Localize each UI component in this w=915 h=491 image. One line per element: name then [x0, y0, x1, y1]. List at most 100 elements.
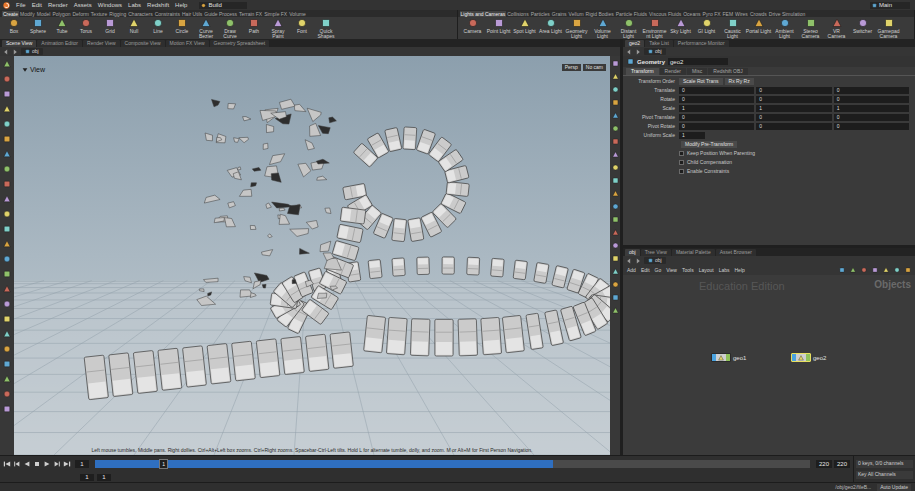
parameter-field[interactable]: 0 — [679, 123, 754, 130]
pane-tab[interactable]: Take List — [645, 40, 673, 47]
range-start-field[interactable]: 1 — [97, 474, 111, 481]
node-name-field[interactable]: geo2 — [668, 58, 728, 65]
pane-tab[interactable]: geo2 — [625, 40, 644, 47]
playback-button-icon[interactable] — [3, 460, 11, 468]
display-button[interactable] — [611, 150, 619, 158]
path-field[interactable]: obj — [21, 48, 43, 55]
display-button[interactable] — [611, 85, 619, 93]
shelf-tool[interactable]: GI Light — [694, 18, 720, 34]
playback-button-icon[interactable] — [23, 460, 31, 468]
pane-tab[interactable]: Geometry Spreadsheet — [210, 40, 270, 47]
pane-tab[interactable]: obj — [625, 249, 640, 256]
tool-button[interactable] — [2, 404, 12, 414]
tool-button[interactable] — [2, 359, 12, 369]
shelf-tool[interactable]: Sphere — [26, 18, 50, 34]
shelf-tool[interactable]: Sky Light — [668, 18, 694, 34]
parameter-field[interactable]: 0 — [679, 114, 754, 121]
playhead[interactable]: 1 — [159, 459, 168, 469]
pane-tab[interactable]: Material Palette — [672, 249, 715, 256]
shelf-tool[interactable]: Camera — [460, 18, 486, 34]
dropdown[interactable]: Rx Ry Rz — [725, 78, 754, 85]
page-tab[interactable]: Render — [660, 68, 686, 75]
tool-button[interactable] — [2, 329, 12, 339]
display-button[interactable] — [611, 293, 619, 301]
tool-button[interactable] — [2, 74, 12, 84]
shelf-tool[interactable]: Spray Paint — [266, 18, 290, 39]
playback-button-icon[interactable] — [43, 460, 51, 468]
tool-button[interactable] — [2, 179, 12, 189]
camera-button[interactable]: No cam — [583, 64, 606, 71]
tool-button[interactable] — [2, 254, 12, 264]
parameter-field[interactable]: 0 — [679, 96, 754, 103]
range-end-field[interactable]: 220 — [816, 460, 832, 468]
display-button[interactable] — [611, 189, 619, 197]
tool-button[interactable] — [2, 134, 12, 144]
tool-button[interactable] — [2, 89, 12, 99]
shelf-tool[interactable]: Path — [242, 18, 266, 34]
display-button[interactable] — [611, 267, 619, 275]
shelf-tool[interactable]: Area Light — [538, 18, 564, 34]
menu-item[interactable]: Redshift — [147, 2, 169, 8]
parameter-field[interactable]: 0 — [756, 96, 831, 103]
shelf-tool[interactable]: Font — [290, 18, 314, 34]
shelf-tool[interactable]: Torus — [74, 18, 98, 34]
page-tab[interactable]: Misc — [687, 68, 707, 75]
toggle[interactable]: Child Compensation — [679, 160, 732, 165]
tool-button[interactable] — [2, 59, 12, 69]
update-mode[interactable]: Auto Update — [877, 484, 911, 491]
shelf-tool[interactable]: Volume Light — [590, 18, 616, 39]
display-button[interactable] — [611, 280, 619, 288]
parameter-field[interactable]: 0 — [679, 87, 754, 94]
camera-button[interactable]: Persp — [562, 64, 581, 71]
parameter-field[interactable]: 0 — [756, 123, 831, 130]
display-button[interactable] — [611, 163, 619, 171]
playback-button-icon[interactable] — [53, 460, 61, 468]
back-arrow-icon[interactable] — [626, 258, 632, 264]
tool-button[interactable] — [2, 104, 12, 114]
network-canvas[interactable]: Education EditionObjectsgeo1geo2 — [623, 275, 915, 455]
tool-button[interactable] — [2, 164, 12, 174]
back-arrow-icon[interactable] — [626, 49, 632, 55]
tool-button[interactable] — [2, 389, 12, 399]
display-button[interactable] — [611, 254, 619, 262]
forward-arrow-icon[interactable] — [635, 49, 641, 55]
display-button[interactable] — [611, 228, 619, 236]
tool-button[interactable] — [2, 299, 12, 309]
tool-button[interactable] — [2, 224, 12, 234]
tool-button[interactable] — [2, 239, 12, 249]
network-menu-item[interactable]: Help — [735, 268, 745, 273]
display-button[interactable] — [611, 111, 619, 119]
shelf-tool[interactable]: Spot Light — [512, 18, 538, 34]
tool-button[interactable] — [2, 149, 12, 159]
path-field[interactable]: obj — [644, 48, 666, 55]
network-node[interactable]: geo1 — [711, 353, 746, 362]
page-tab[interactable]: Redshift OBJ — [708, 68, 747, 75]
parameter-field[interactable]: 1 — [679, 132, 705, 139]
display-button[interactable] — [611, 137, 619, 145]
shelf-tool[interactable]: Quick Shapes — [314, 18, 338, 39]
path-field[interactable]: obj — [644, 257, 666, 264]
shelf-tool[interactable]: Portal Light — [746, 18, 772, 34]
menu-item[interactable]: File — [16, 2, 26, 8]
network-menu-item[interactable]: Go — [655, 268, 662, 273]
menu-item[interactable]: Render — [48, 2, 68, 8]
playback-button-icon[interactable] — [13, 460, 21, 468]
pane-tab[interactable]: Composite View — [121, 40, 165, 47]
shelf-tool[interactable]: Line — [146, 18, 170, 34]
network-menu-item[interactable]: Add — [627, 268, 636, 273]
main-selector[interactable]: Main — [870, 2, 910, 9]
pane-tab[interactable]: Render View — [83, 40, 120, 47]
tool-button[interactable] — [2, 119, 12, 129]
parameter-field[interactable]: 1 — [679, 105, 754, 112]
tool-button[interactable] — [2, 194, 12, 204]
parameter-field[interactable]: 0 — [834, 123, 909, 130]
dropdown[interactable]: Scale Rot Trans — [679, 78, 723, 85]
shelf-tool[interactable]: Switcher — [850, 18, 876, 34]
parameter-field[interactable]: 0 — [834, 87, 909, 94]
pane-tab[interactable]: Motion FX View — [166, 40, 209, 47]
shelf-tool[interactable]: Null — [122, 18, 146, 34]
network-menu-item[interactable]: View — [666, 268, 677, 273]
network-menu-item[interactable]: Edit — [641, 268, 650, 273]
display-button[interactable] — [611, 176, 619, 184]
display-button[interactable] — [611, 124, 619, 132]
